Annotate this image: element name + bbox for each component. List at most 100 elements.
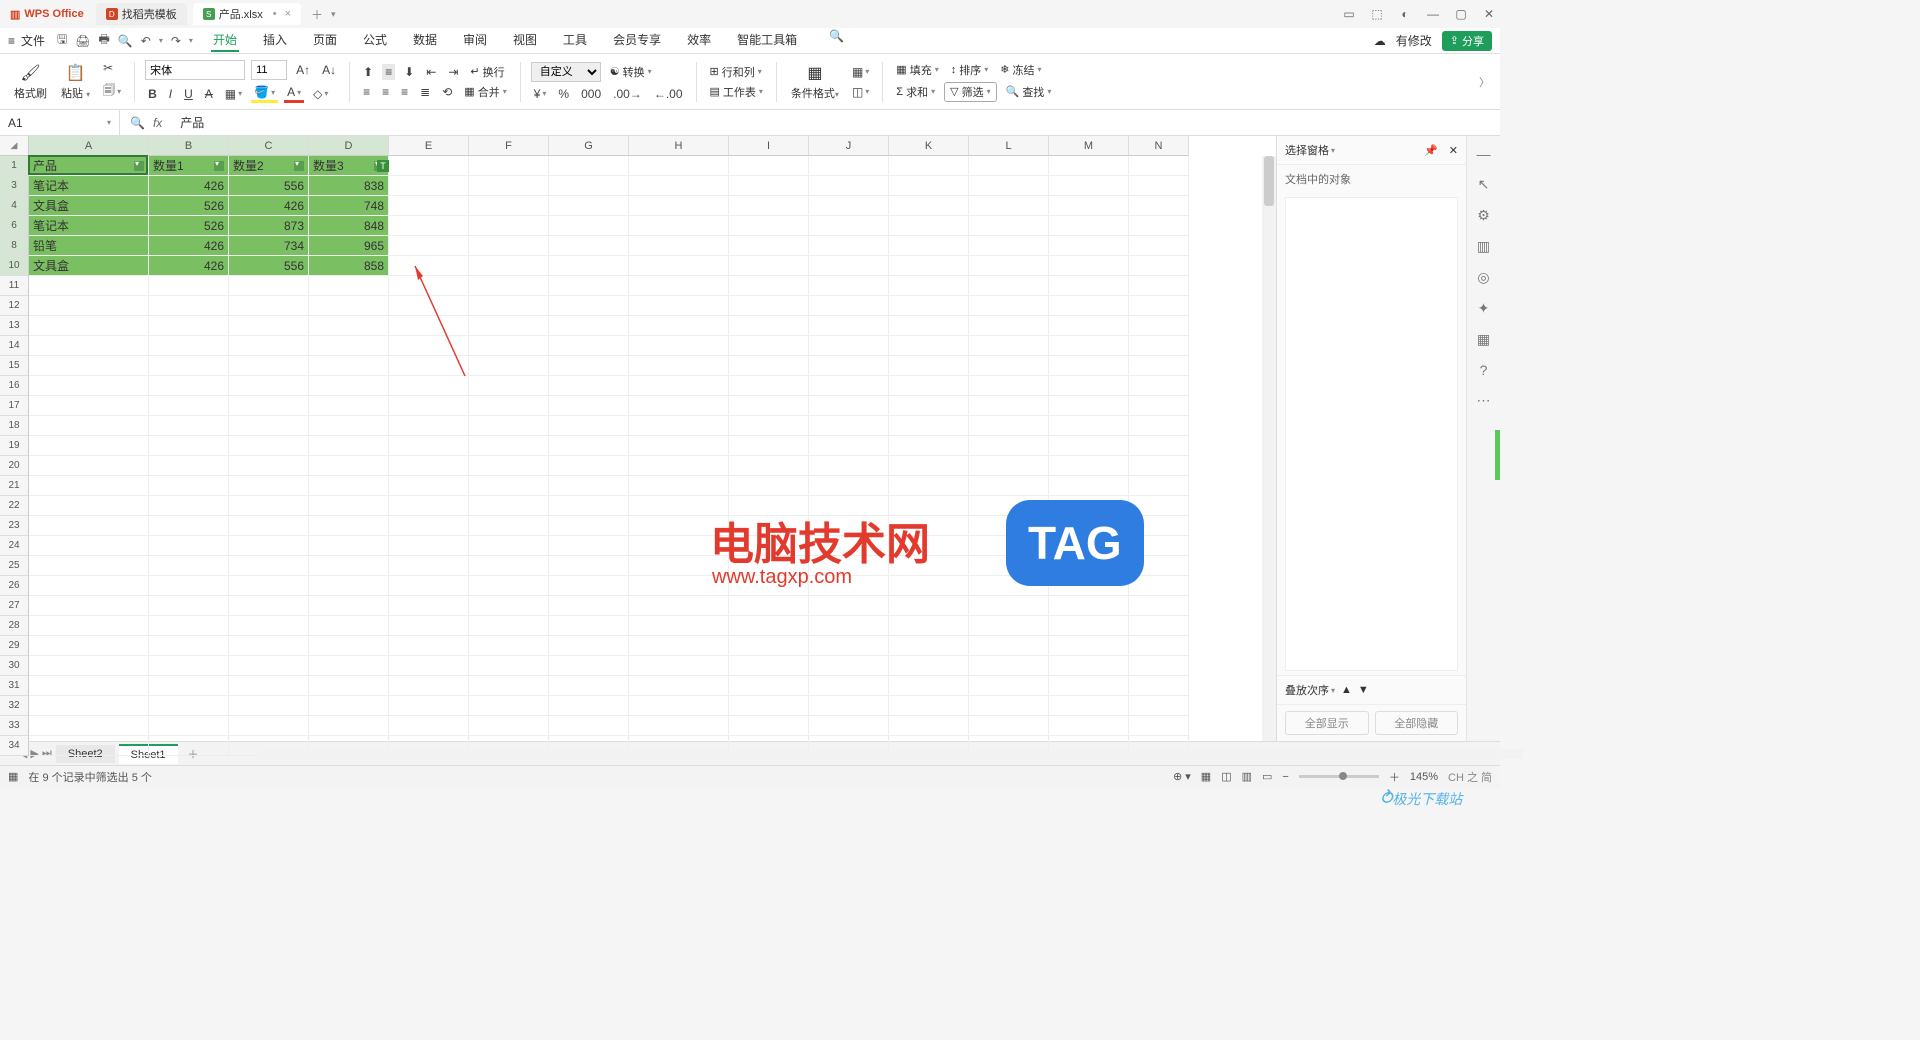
row-header[interactable]: 6 xyxy=(0,216,29,236)
cell[interactable] xyxy=(809,156,889,176)
cell[interactable] xyxy=(1049,396,1129,416)
close-icon[interactable]: × xyxy=(285,8,291,20)
filter-button[interactable]: ▽筛选▾ xyxy=(944,82,996,102)
cell[interactable] xyxy=(309,676,389,696)
cell[interactable] xyxy=(1129,656,1189,676)
table-cell[interactable]: 铅笔 xyxy=(29,236,149,256)
cell[interactable] xyxy=(1049,636,1129,656)
cell[interactable] xyxy=(969,216,1049,236)
cell[interactable] xyxy=(149,316,229,336)
cell[interactable] xyxy=(729,456,809,476)
pagebreak-view-icon[interactable]: ▥ xyxy=(1242,770,1252,783)
move-up-icon[interactable]: ▲ xyxy=(1341,684,1352,696)
cell[interactable] xyxy=(1129,256,1189,276)
cell[interactable] xyxy=(549,176,629,196)
cell[interactable] xyxy=(1049,696,1129,716)
number-format-select[interactable]: 自定义 xyxy=(531,62,601,82)
cell[interactable] xyxy=(309,536,389,556)
cell[interactable] xyxy=(1129,276,1189,296)
name-box[interactable]: A1 ▾ xyxy=(0,110,120,135)
cell[interactable] xyxy=(389,156,469,176)
cell[interactable] xyxy=(29,556,149,576)
cell[interactable] xyxy=(469,396,549,416)
cell[interactable] xyxy=(1129,396,1189,416)
cell[interactable] xyxy=(809,616,889,636)
cell[interactable] xyxy=(309,576,389,596)
cell[interactable] xyxy=(1129,236,1189,256)
cell[interactable] xyxy=(1129,436,1189,456)
cell[interactable] xyxy=(229,376,309,396)
cell[interactable] xyxy=(1129,216,1189,236)
filter-dropdown-icon[interactable] xyxy=(294,161,304,171)
cell[interactable] xyxy=(969,716,1049,736)
cell[interactable] xyxy=(629,276,729,296)
select-all-corner[interactable]: ◢ xyxy=(0,136,29,156)
menu-smart[interactable]: 智能工具箱 xyxy=(735,29,799,52)
cell[interactable] xyxy=(889,236,969,256)
row-header[interactable]: 21 xyxy=(0,476,29,496)
row-header[interactable]: 24 xyxy=(0,536,29,556)
cell[interactable] xyxy=(969,356,1049,376)
sum-button[interactable]: Σ求和▾ xyxy=(893,84,938,100)
cell[interactable] xyxy=(729,436,809,456)
cell[interactable] xyxy=(889,696,969,716)
cell[interactable] xyxy=(729,176,809,196)
cell[interactable] xyxy=(389,396,469,416)
cell[interactable] xyxy=(149,576,229,596)
clear-dropdown[interactable]: ◇▾ xyxy=(310,86,331,102)
cell[interactable] xyxy=(29,416,149,436)
cell[interactable] xyxy=(1049,436,1129,456)
cell[interactable] xyxy=(309,556,389,576)
row-header[interactable]: 11 xyxy=(0,276,29,296)
cell[interactable] xyxy=(309,476,389,496)
cell[interactable] xyxy=(469,456,549,476)
cell[interactable] xyxy=(549,436,629,456)
redo-caret[interactable]: ▾ xyxy=(189,36,193,45)
row-header[interactable]: 17 xyxy=(0,396,29,416)
row-header[interactable]: 22 xyxy=(0,496,29,516)
maximize-button[interactable]: ▢ xyxy=(1454,7,1468,21)
cell[interactable] xyxy=(1049,336,1129,356)
cell[interactable] xyxy=(889,296,969,316)
underline-icon[interactable]: U xyxy=(181,86,196,102)
align-bottom-icon[interactable]: ⬇ xyxy=(401,64,417,80)
cell[interactable] xyxy=(889,176,969,196)
cell[interactable] xyxy=(629,216,729,236)
objects-list[interactable] xyxy=(1285,197,1458,671)
cell[interactable] xyxy=(549,236,629,256)
row-header[interactable]: 15 xyxy=(0,356,29,376)
horizontal-scrollbar[interactable] xyxy=(258,749,1524,759)
cell[interactable] xyxy=(229,556,309,576)
cell[interactable] xyxy=(549,156,629,176)
shapes-icon[interactable]: ◎ xyxy=(1477,269,1489,286)
row-header[interactable]: 31 xyxy=(0,676,29,696)
row-header[interactable]: 1 xyxy=(0,156,29,176)
menu-review[interactable]: 审阅 xyxy=(461,29,489,52)
menu-start[interactable]: 开始 xyxy=(211,29,239,52)
cell[interactable] xyxy=(1129,416,1189,436)
cell[interactable] xyxy=(1129,156,1189,176)
cell[interactable] xyxy=(809,676,889,696)
cell[interactable] xyxy=(549,396,629,416)
row-header[interactable]: 34 xyxy=(0,736,29,756)
cell[interactable] xyxy=(549,676,629,696)
menu-page[interactable]: 页面 xyxy=(311,29,339,52)
cell[interactable] xyxy=(969,616,1049,636)
cell[interactable] xyxy=(629,296,729,316)
cell[interactable] xyxy=(29,516,149,536)
cell[interactable] xyxy=(149,416,229,436)
row-header[interactable]: 25 xyxy=(0,556,29,576)
cell[interactable] xyxy=(809,396,889,416)
cell[interactable] xyxy=(29,536,149,556)
sort-button[interactable]: ↕排序▾ xyxy=(948,62,992,78)
cell[interactable] xyxy=(309,336,389,356)
row-header[interactable]: 10 xyxy=(0,256,29,276)
cell[interactable] xyxy=(1129,456,1189,476)
row-header[interactable]: 14 xyxy=(0,336,29,356)
row-header[interactable]: 27 xyxy=(0,596,29,616)
cell[interactable] xyxy=(729,416,809,436)
cell[interactable] xyxy=(969,256,1049,276)
cell[interactable] xyxy=(389,236,469,256)
table-cell[interactable]: 858 xyxy=(309,256,389,276)
cell[interactable] xyxy=(469,536,549,556)
